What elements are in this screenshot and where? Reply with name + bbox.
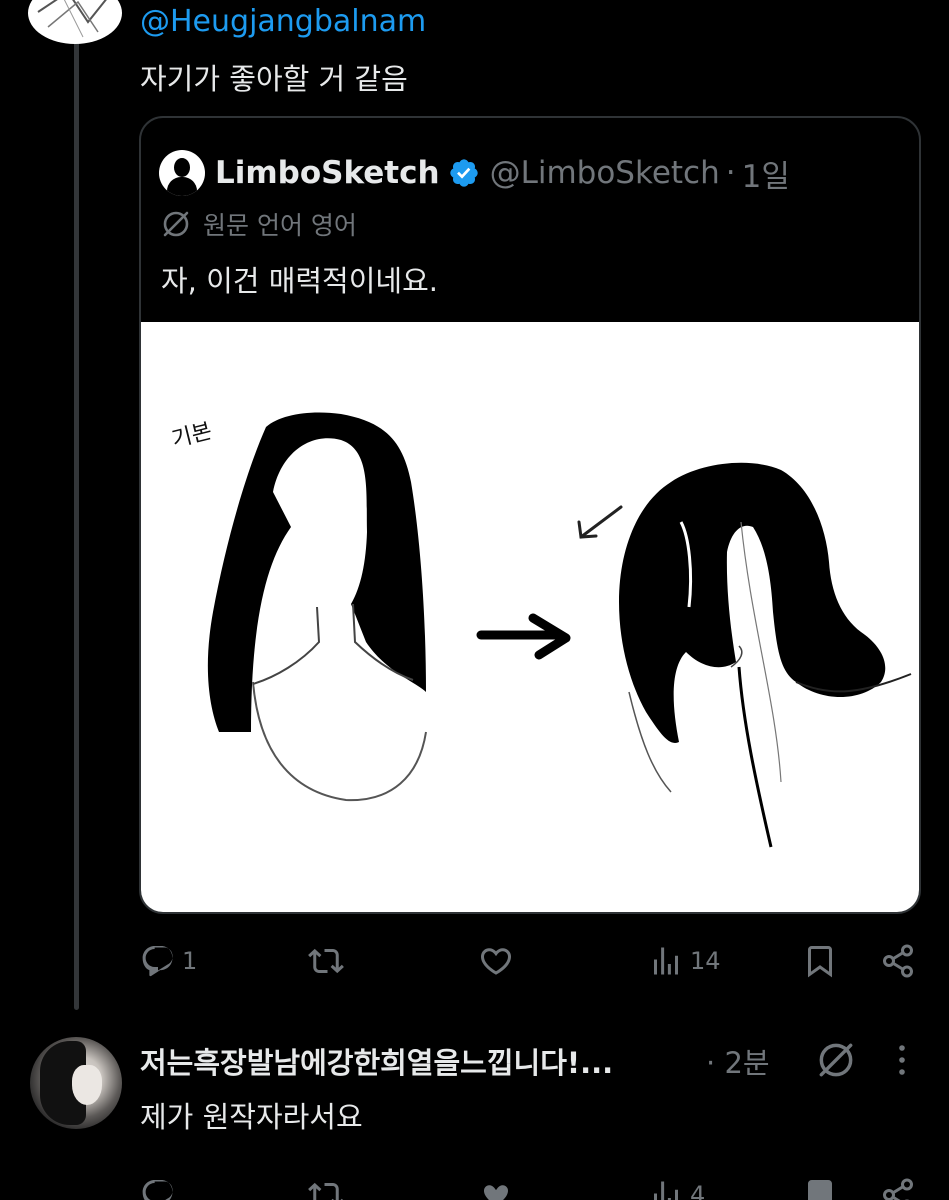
reply-icon [142,1180,173,1200]
translate-label: 원문 언어 영어 [203,211,357,240]
quoted-author-handle[interactable]: @LimboSketch [490,155,720,191]
retweet-button[interactable] [308,1170,344,1200]
like-icon [480,948,512,975]
reply-author-name[interactable]: 저는흑장발남에강한희열을느낍니다!... [140,1040,613,1082]
reply-avatar[interactable] [30,1037,122,1129]
image-label: 기본 [169,419,214,453]
mention-link[interactable]: @Heugjangbalnam [140,4,426,39]
reply-count: 1 [182,947,198,975]
views-button[interactable]: 14 [648,936,721,986]
bookmark-button[interactable] [802,1170,838,1200]
translate-note[interactable]: 원문 언어 영어 [161,206,357,242]
like-icon [484,1185,508,1200]
share-button[interactable] [880,936,916,986]
share-button[interactable] [880,1170,916,1200]
bookmark-icon [808,1180,832,1200]
views-count: 14 [690,947,721,975]
separator-dot: · [706,1046,716,1080]
quoted-tweet-text: 자, 이건 매력적이네요. [161,264,438,298]
reply-button[interactable]: 1 [140,936,197,986]
reply-actions: 4 [140,1170,930,1200]
reply-button[interactable] [140,1170,176,1200]
retweet-icon [308,1182,343,1200]
reply-icon [142,946,173,977]
more-icon[interactable] [896,1042,908,1078]
separator-dot: · [725,155,736,191]
avatar[interactable] [28,0,122,44]
retweet-button[interactable] [308,936,344,986]
views-icon [654,947,678,975]
views-button[interactable]: 4 [648,1170,705,1200]
tweet-text: 자기가 좋아할 거 같음 [140,62,408,96]
share-icon [883,1178,913,1200]
translate-icon[interactable] [816,1040,856,1080]
like-button[interactable] [478,936,514,986]
retweet-icon [308,948,344,974]
verified-icon [449,159,478,187]
quoted-tweet-card[interactable]: LimboSketch @LimboSketch · 1일 원문 언어 영어 자… [139,116,921,914]
like-button[interactable] [478,1170,514,1200]
quoted-tweet-header: LimboSketch @LimboSketch · 1일 [159,148,790,198]
quoted-author-name[interactable]: LimboSketch [215,155,440,191]
translate-icon [163,211,189,237]
quoted-tweet-image[interactable]: 기본 [141,322,919,912]
reply-text: 제가 원작자라서요 [140,1100,363,1134]
share-icon [883,944,913,978]
views-icon [654,1181,678,1200]
thread-line [74,40,79,1010]
views-count: 4 [690,1181,706,1200]
tweet-actions: 1 14 [140,936,930,986]
reply-timestamp[interactable]: 2분 [724,1046,769,1080]
bookmark-icon [808,946,832,978]
bookmark-button[interactable] [802,936,838,986]
quoted-avatar[interactable] [159,150,205,196]
quoted-timestamp[interactable]: 1일 [742,151,790,196]
reply-meta: · 2분 [706,1040,770,1082]
